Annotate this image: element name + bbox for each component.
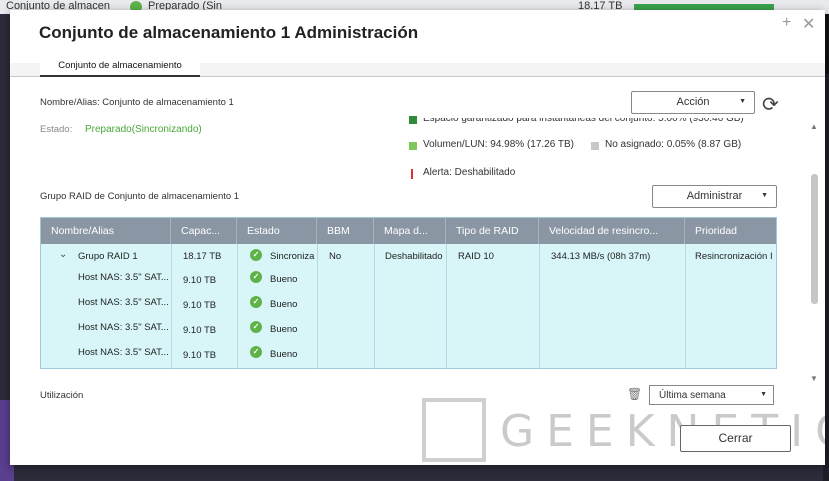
unassigned-legend-icon xyxy=(591,142,599,150)
alert-legend: Alerta: Deshabilitado xyxy=(423,167,516,178)
disk-capacity: 9.10 TB xyxy=(183,325,217,336)
group-priority: Resincronización I xyxy=(695,251,773,262)
disk-capacity: 9.10 TB xyxy=(183,350,217,361)
disk-name: Host NAS: 3.5" SAT... xyxy=(78,347,169,358)
snapshot-legend: Espacio garantizado para instantáneas de… xyxy=(423,113,744,124)
group-name: Grupo RAID 1 xyxy=(78,251,138,262)
volume-legend-icon xyxy=(409,142,417,150)
disk-capacity: 9.10 TB xyxy=(183,275,217,286)
group-bbm: No xyxy=(329,251,342,262)
disk-status: Bueno xyxy=(270,324,298,335)
column-header[interactable]: Estado xyxy=(237,218,317,244)
caret-down-icon: ▼ xyxy=(739,98,746,105)
column-header[interactable]: Mapa d... xyxy=(374,218,446,244)
column-header[interactable]: Prioridad xyxy=(685,218,778,244)
group-map: Deshabilitado xyxy=(385,251,443,262)
maximize-icon[interactable]: + xyxy=(782,14,791,32)
check-icon: ✓ xyxy=(250,271,262,283)
disk-name: Host NAS: 3.5" SAT... xyxy=(78,297,169,308)
group-status: Sincroniza xyxy=(270,251,315,262)
close-icon[interactable]: ✕ xyxy=(802,14,815,34)
check-icon: ✓ xyxy=(250,249,262,261)
snapshot-legend-icon xyxy=(409,116,417,124)
watermark-box xyxy=(422,398,486,462)
disk-name: Host NAS: 3.5" SAT... xyxy=(78,322,169,333)
column-header[interactable]: Capac... xyxy=(171,218,237,244)
alert-icon xyxy=(411,169,413,179)
raid-table: Nombre/Alias Capac... Estado BBM Mapa d.… xyxy=(40,217,777,369)
scroll-down-icon[interactable]: ▼ xyxy=(810,374,818,383)
column-header[interactable]: Nombre/Alias xyxy=(41,218,171,244)
unassigned-legend: No asignado: 0.05% (8.87 GB) xyxy=(605,139,742,150)
check-icon: ✓ xyxy=(250,346,262,358)
tab-storage-pool[interactable]: Conjunto de almacenamiento xyxy=(40,57,200,77)
state-value: Preparado(Sincronizando) xyxy=(85,124,202,135)
column-header[interactable]: BBM xyxy=(317,218,374,244)
column-header[interactable]: Tipo de RAID xyxy=(446,218,539,244)
dialog-title: Conjunto de almacenamiento 1 Administrac… xyxy=(39,23,419,42)
check-icon: ✓ xyxy=(250,296,262,308)
raid-group-label: Grupo RAID de Conjunto de almacenamiento… xyxy=(40,191,240,202)
group-resync-speed: 344.13 MB/s (08h 37m) xyxy=(551,251,651,262)
close-button[interactable]: Cerrar xyxy=(680,425,791,452)
disk-capacity: 9.10 TB xyxy=(183,300,217,311)
manage-dropdown-button[interactable]: Administrar ▼ xyxy=(652,185,777,208)
utilization-label: Utilización xyxy=(40,390,84,401)
scrollbar-thumb[interactable] xyxy=(811,174,818,304)
caret-down-icon: ▼ xyxy=(760,391,767,398)
storage-pool-dialog: Conjunto de almacenamiento 1 Administrac… xyxy=(10,10,825,465)
volume-legend: Volumen/LUN: 94.98% (17.26 TB) xyxy=(423,139,575,150)
manage-label: Administrar xyxy=(686,190,743,202)
table-header: Nombre/Alias Capac... Estado BBM Mapa d.… xyxy=(41,218,776,244)
disk-status: Bueno xyxy=(270,349,298,360)
disk-status: Bueno xyxy=(270,299,298,310)
disk-status: Bueno xyxy=(270,274,298,285)
group-raid-type: RAID 10 xyxy=(458,251,494,262)
action-dropdown-button[interactable]: Acción ▼ xyxy=(631,91,755,114)
refresh-icon[interactable]: ⟳ xyxy=(762,92,779,117)
column-header[interactable]: Velocidad de resincro... xyxy=(539,218,685,244)
group-capacity: 18.17 TB xyxy=(183,251,222,262)
chevron-down-icon[interactable]: ⌄ xyxy=(59,249,67,260)
check-icon: ✓ xyxy=(250,321,262,333)
pool-name-label: Nombre/Alias: Conjunto de almacenamiento… xyxy=(40,97,234,108)
action-label: Acción xyxy=(676,96,710,108)
scroll-up-icon[interactable]: ▲ xyxy=(810,122,818,131)
state-label: Estado: xyxy=(40,124,73,135)
disk-name: Host NAS: 3.5" SAT... xyxy=(78,272,169,283)
caret-down-icon: ▼ xyxy=(761,192,768,199)
